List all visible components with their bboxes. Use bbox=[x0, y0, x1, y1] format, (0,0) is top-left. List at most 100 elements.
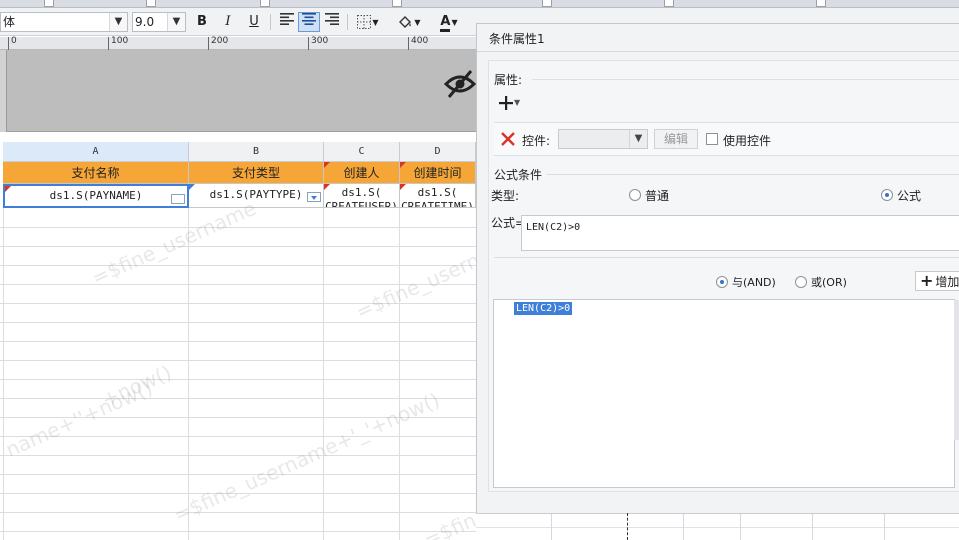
cell-flag-marker bbox=[324, 184, 330, 190]
condition-list-item[interactable]: LEN(C2)>0 bbox=[514, 302, 573, 315]
fill-color-icon[interactable]: ▼ bbox=[392, 12, 426, 32]
x-icon[interactable] bbox=[500, 131, 516, 147]
report-header-area bbox=[0, 50, 476, 132]
tab-marker[interactable] bbox=[44, 0, 54, 7]
chevron-down-icon[interactable]: ▼ bbox=[629, 130, 647, 148]
grid-row-line bbox=[0, 360, 476, 361]
grid-row-line bbox=[0, 341, 476, 342]
bold-button[interactable]: B bbox=[191, 12, 213, 32]
add-attribute-button[interactable]: ▼ bbox=[499, 94, 529, 114]
ruler-label: 400 bbox=[411, 36, 429, 46]
page-break-line bbox=[627, 513, 628, 540]
font-name-value: 体 bbox=[3, 15, 16, 29]
column-header-a[interactable]: A bbox=[3, 142, 189, 162]
tab-marker[interactable] bbox=[146, 0, 156, 7]
watermark: =$fine_username+'_'+now() bbox=[170, 387, 444, 527]
toolbar-divider bbox=[347, 14, 348, 30]
column-header-d[interactable]: D bbox=[400, 142, 476, 162]
header-cell-pay-name[interactable]: 支付名称 bbox=[3, 162, 189, 184]
condition-attribute-dialog: 条件属性1 属性: ▼ 控件: ▼ 编辑 使用控件 公式条件 类型: 普通 公式… bbox=[476, 23, 959, 513]
header-cell-pay-type[interactable]: 支付类型 bbox=[189, 162, 324, 184]
ruler-tick bbox=[308, 37, 309, 50]
grid-row-line bbox=[0, 379, 476, 380]
tab-marker[interactable] bbox=[260, 0, 270, 7]
data-cell-overflow-text: CREATETIME) bbox=[401, 200, 474, 208]
grid-col-line bbox=[884, 514, 885, 540]
formula-input[interactable]: LEN(C2)>0 bbox=[521, 215, 959, 251]
ruler-label: 200 bbox=[211, 36, 229, 46]
grid-col-line bbox=[551, 514, 552, 540]
formula-label: 公式= bbox=[491, 216, 526, 230]
window-tab-strip bbox=[0, 0, 959, 8]
tab-marker[interactable] bbox=[816, 0, 826, 7]
or-radio[interactable] bbox=[795, 276, 807, 288]
use-control-checkbox[interactable] bbox=[706, 133, 718, 145]
data-cell-text: ds1.S(PAYTYPE) bbox=[209, 188, 303, 201]
use-control-label: 使用控件 bbox=[723, 134, 772, 148]
data-cell-pay-type[interactable]: ds1.S(PAYTYPE) bbox=[189, 184, 324, 208]
section-divider bbox=[494, 257, 959, 258]
watermark: name+''+now() bbox=[2, 375, 157, 462]
border-icon[interactable]: ▼ bbox=[352, 12, 384, 32]
section-divider bbox=[547, 174, 959, 175]
align-center-icon[interactable] bbox=[298, 12, 320, 32]
tab-marker[interactable] bbox=[664, 0, 674, 7]
cell-flag-marker bbox=[400, 162, 406, 168]
grid-row-line bbox=[476, 527, 959, 528]
tab-marker[interactable] bbox=[392, 0, 402, 7]
grid-col-line bbox=[683, 514, 684, 540]
ruler-tick bbox=[108, 37, 109, 50]
font-name-select[interactable]: 体 ▼ bbox=[0, 12, 128, 32]
toolbar-divider bbox=[270, 14, 271, 30]
grid-col-line bbox=[812, 514, 813, 540]
eye-slash-icon[interactable] bbox=[444, 68, 476, 100]
grid-col-line bbox=[3, 208, 4, 540]
chevron-down-icon[interactable]: ▼ bbox=[109, 13, 127, 31]
or-label: 或(OR) bbox=[811, 276, 847, 289]
type-formula-label: 公式 bbox=[897, 189, 922, 203]
grid-row-line bbox=[0, 398, 476, 399]
column-header-c[interactable]: C bbox=[324, 142, 400, 162]
chevron-down-icon[interactable]: ▼ bbox=[167, 13, 185, 31]
header-cell-create-time[interactable]: 创建时间 bbox=[400, 162, 476, 184]
section-divider bbox=[532, 79, 959, 80]
dropdown-widget-icon[interactable] bbox=[307, 192, 321, 202]
edit-button[interactable]: 编辑 bbox=[654, 129, 698, 149]
sheet-gap bbox=[0, 132, 476, 142]
add-condition-button[interactable]: + 增加 bbox=[915, 271, 959, 291]
data-cell-pay-name[interactable]: ds1.S(PAYNAME) bbox=[3, 184, 189, 208]
grid-col-line bbox=[188, 208, 189, 540]
font-size-select[interactable]: 9.0 ▼ bbox=[132, 12, 186, 32]
type-formula-radio[interactable] bbox=[881, 189, 893, 201]
dialog-title: 条件属性1 bbox=[489, 32, 545, 46]
dialog-scrollbar[interactable] bbox=[954, 300, 959, 440]
cell-flag-marker bbox=[189, 184, 195, 190]
add-button-label: 增加 bbox=[935, 275, 959, 289]
align-right-icon[interactable] bbox=[321, 12, 343, 32]
ruler-tick bbox=[208, 37, 209, 50]
plus-icon bbox=[499, 96, 513, 110]
cell-widget-icon[interactable] bbox=[171, 194, 185, 204]
formula-condition-label: 公式条件 bbox=[494, 168, 543, 182]
data-cell-create-time[interactable]: ds1.S( CREATETIME) bbox=[400, 184, 476, 208]
align-left-icon[interactable] bbox=[276, 12, 298, 32]
condition-list[interactable]: LEN(C2)>0 bbox=[493, 299, 955, 488]
grid-row-line bbox=[0, 512, 476, 513]
cell-flag-marker bbox=[400, 184, 406, 190]
header-cell-creator[interactable]: 创建人 bbox=[324, 162, 400, 184]
font-color-icon[interactable]: A▼ bbox=[432, 12, 466, 32]
header-cell-text: 支付名称 bbox=[71, 166, 120, 180]
control-type-select[interactable]: ▼ bbox=[558, 129, 648, 149]
underline-button[interactable]: U bbox=[243, 12, 265, 32]
type-normal-radio[interactable] bbox=[629, 189, 641, 201]
tab-marker[interactable] bbox=[542, 0, 552, 7]
data-cell-text: ds1.S( bbox=[341, 186, 382, 199]
header-cell-text: 支付类型 bbox=[231, 166, 280, 180]
italic-button[interactable]: I bbox=[217, 12, 239, 32]
watermark: =$fine_username bbox=[88, 195, 260, 290]
data-cell-text: ds1.S( bbox=[417, 186, 458, 199]
and-radio[interactable] bbox=[716, 276, 728, 288]
ruler-label: 300 bbox=[311, 36, 329, 46]
data-cell-creator[interactable]: ds1.S( CREATEUSER) bbox=[324, 184, 400, 208]
column-header-b[interactable]: B bbox=[189, 142, 324, 162]
